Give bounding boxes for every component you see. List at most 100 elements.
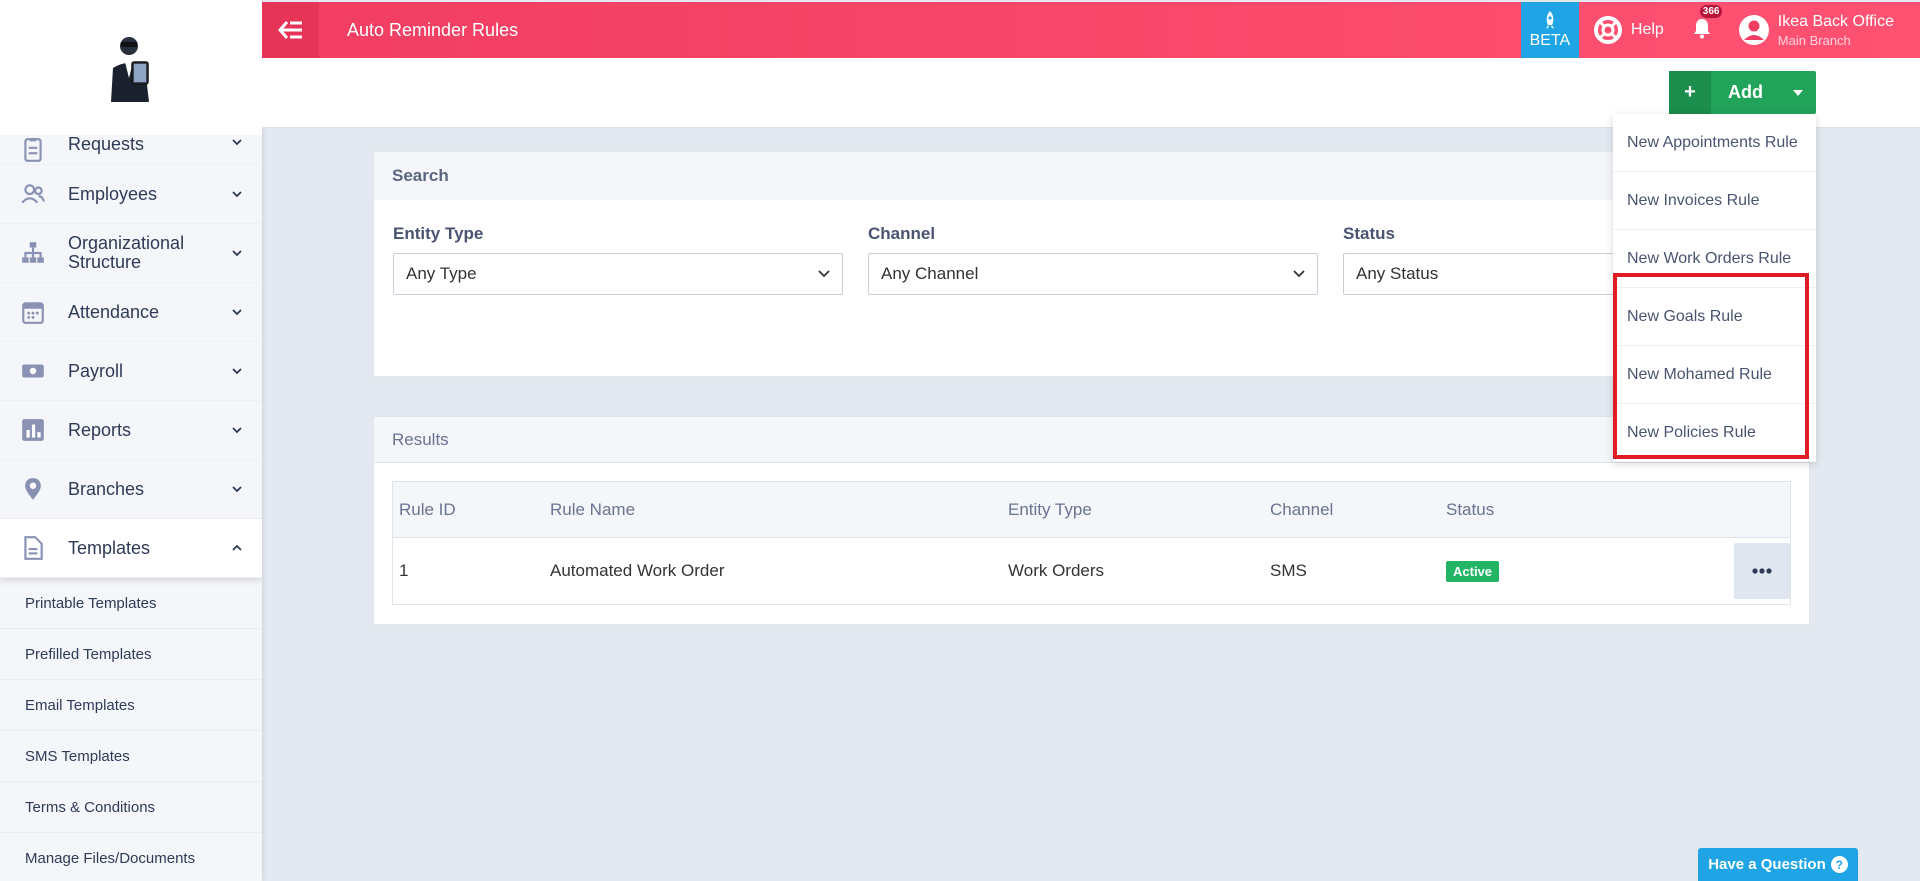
add-button[interactable]: + Add (1669, 71, 1816, 114)
menu-item-new-policies-rule[interactable]: New Policies Rule (1613, 404, 1816, 462)
sidebar-item-templates[interactable]: Templates (0, 519, 262, 578)
user-name: Ikea Back Office (1777, 12, 1894, 30)
help-button[interactable]: Help (1593, 15, 1664, 45)
chevron-down-icon (1293, 270, 1305, 278)
users-icon (18, 179, 48, 209)
org-chart-icon (18, 238, 48, 268)
page-title: Auto Reminder Rules (347, 19, 519, 40)
user-branch: Main Branch (1777, 32, 1851, 48)
sidebar-subitem-sms-templates[interactable]: SMS Templates (0, 731, 262, 782)
help-label: Help (1630, 21, 1664, 38)
column-header-rule-name[interactable]: Rule Name (550, 500, 1008, 520)
add-button-label: Add (1728, 82, 1763, 102)
sidebar-item-label: Organizational Structure (68, 233, 185, 272)
notification-count-badge: 366 (1699, 4, 1723, 18)
menu-item-new-goals-rule[interactable]: New Goals Rule (1613, 288, 1816, 346)
beta-button[interactable]: BETA (1520, 2, 1579, 58)
businessman-logo-icon (111, 36, 149, 102)
chevron-down-icon (232, 486, 242, 493)
ellipsis-icon (1752, 568, 1772, 574)
money-icon (18, 356, 48, 386)
sidebar-subitem-email-templates[interactable]: Email Templates (0, 680, 262, 731)
chevron-down-icon (232, 309, 242, 316)
menu-item-new-appointments-rule[interactable]: New Appointments Rule (1613, 114, 1816, 172)
have-a-question-button[interactable]: Have a Question ? (1698, 848, 1858, 881)
chevron-down-icon (232, 139, 242, 146)
entity-type-filter: Entity Type Any Type (393, 224, 843, 295)
channel-filter: Channel Any Channel (868, 224, 1318, 295)
results-panel-title: Results (374, 417, 1809, 463)
column-header-status[interactable]: Status (1446, 500, 1790, 520)
collapse-menu-icon (277, 21, 302, 39)
entity-type-label: Entity Type (393, 224, 484, 243)
sidebar-subitem-terms-conditions[interactable]: Terms & Conditions (0, 782, 262, 833)
caret-down-icon[interactable] (1780, 71, 1816, 114)
chevron-down-icon (232, 368, 242, 375)
sidebar-item-label: Requests (68, 134, 145, 154)
sidebar-item-branches[interactable]: Branches (0, 460, 262, 519)
sidebar-item-organizational-structure[interactable]: Organizational Structure (0, 224, 262, 283)
add-dropdown-menu: New Appointments Rule New Invoices Rule … (1613, 114, 1816, 462)
chevron-down-icon (818, 270, 830, 278)
sidebar-subitem-prefilled-templates[interactable]: Prefilled Templates (0, 629, 262, 680)
sidebar-item-label: Attendance (68, 301, 160, 322)
document-icon (18, 533, 48, 563)
notifications-button[interactable]: 366 (1690, 4, 1723, 45)
cell-channel: SMS (1270, 561, 1307, 580)
status-badge: Active (1446, 561, 1500, 582)
sidebar-item-label: Employees (68, 183, 158, 204)
results-table: Rule ID Rule Name Entity Type Channel St… (392, 481, 1791, 605)
rocket-icon (1545, 11, 1554, 29)
sidebar: Requests Employees Organizational Struct… (0, 0, 262, 881)
menu-item-new-mohamed-rule[interactable]: New Mohamed Rule (1613, 346, 1816, 404)
bar-chart-icon (18, 415, 48, 445)
beta-label: BETA (1529, 32, 1571, 49)
top-bar: Auto Reminder Rules BETA Help 366 Ikea B… (262, 2, 1920, 58)
sidebar-item-label: Templates (68, 537, 151, 558)
row-actions-button[interactable] (1734, 543, 1790, 599)
plus-icon: + (1669, 71, 1711, 114)
sidebar-item-requests[interactable]: Requests (0, 135, 262, 165)
menu-item-new-invoices-rule[interactable]: New Invoices Rule (1613, 172, 1816, 230)
user-menu[interactable]: Ikea Back Office Main Branch (1738, 13, 1894, 48)
sidebar-subitem-printable-templates[interactable]: Printable Templates (0, 578, 262, 629)
map-pin-icon (18, 474, 48, 504)
sidebar-item-reports[interactable]: Reports (0, 401, 262, 460)
sidebar-toggle-button[interactable] (262, 2, 319, 58)
sidebar-subitem-manage-files[interactable]: Manage Files/Documents (0, 833, 262, 881)
company-logo[interactable] (0, 0, 262, 135)
channel-value: Any Channel (881, 264, 979, 283)
cell-rule-id: 1 (399, 561, 409, 580)
entity-type-value: Any Type (406, 264, 477, 283)
column-header-channel[interactable]: Channel (1270, 500, 1446, 520)
sidebar-item-employees[interactable]: Employees (0, 165, 262, 224)
search-panel: Search Entity Type Any Type Channel Any … (373, 151, 1810, 377)
table-header: Rule ID Rule Name Entity Type Channel St… (393, 482, 1790, 538)
question-icon: ? (1830, 856, 1848, 873)
cell-rule-name: Automated Work Order (550, 561, 725, 580)
bell-icon (1693, 18, 1710, 38)
clipboard-icon (18, 135, 48, 165)
status-value: Any Status (1356, 264, 1439, 283)
results-panel: Results Rule ID Rule Name Entity Type Ch… (373, 416, 1810, 625)
chevron-down-icon (232, 427, 242, 434)
sidebar-item-attendance[interactable]: Attendance (0, 283, 262, 342)
column-header-entity-type[interactable]: Entity Type (1008, 500, 1270, 520)
templates-submenu: Printable Templates Prefilled Templates … (0, 578, 262, 881)
entity-type-select[interactable]: Any Type (393, 253, 843, 295)
sidebar-item-label: Reports (68, 419, 132, 440)
calendar-icon (18, 297, 48, 327)
menu-item-new-work-orders-rule[interactable]: New Work Orders Rule (1613, 230, 1816, 288)
search-panel-title: Search (374, 152, 1809, 200)
sidebar-item-label: Branches (68, 478, 145, 499)
column-header-rule-id[interactable]: Rule ID (393, 500, 550, 520)
lifebuoy-icon (1593, 16, 1622, 44)
sidebar-item-label: Payroll (68, 360, 124, 381)
sidebar-item-payroll[interactable]: Payroll (0, 342, 262, 401)
channel-label: Channel (868, 224, 936, 243)
channel-select[interactable]: Any Channel (868, 253, 1318, 295)
have-a-question-label: Have a Question (1708, 856, 1826, 873)
chevron-up-icon (232, 544, 242, 551)
cell-entity-type: Work Orders (1008, 561, 1105, 580)
table-row[interactable]: 1 Automated Work Order Work Orders SMS A… (393, 538, 1790, 604)
